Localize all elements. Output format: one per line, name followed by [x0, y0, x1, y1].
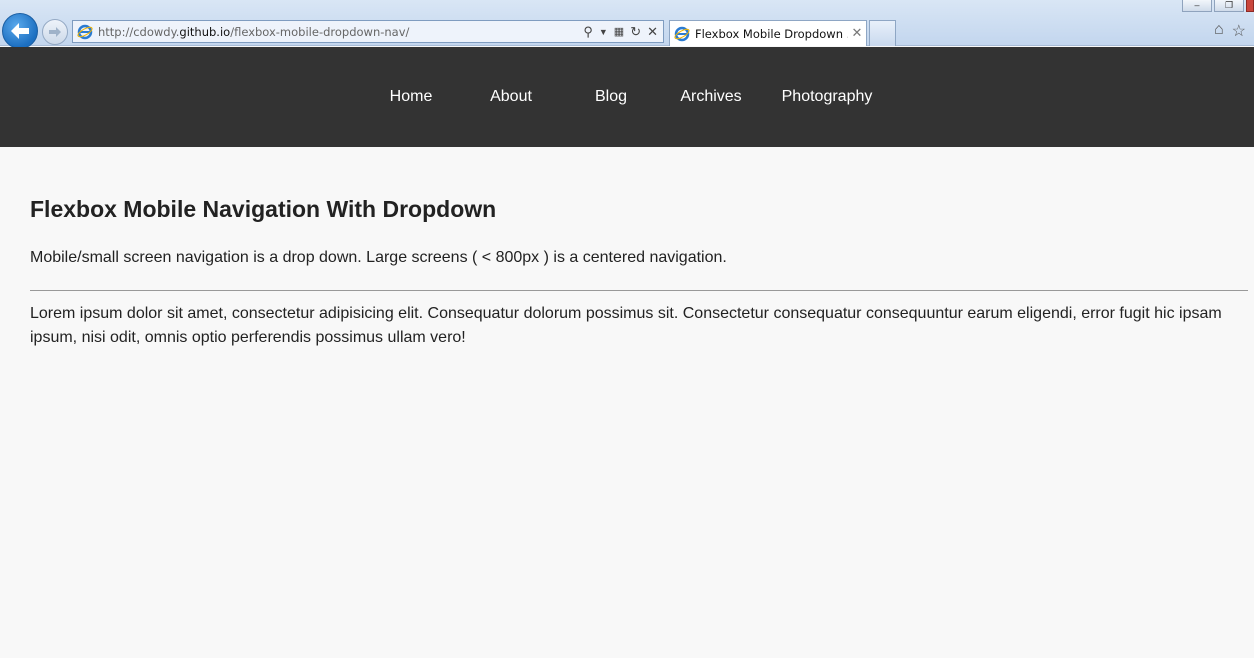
- star-icon[interactable]: ☆: [1232, 21, 1246, 41]
- search-icon[interactable]: ⚲: [583, 24, 593, 40]
- nav-item-photography: Photography: [761, 88, 893, 106]
- refresh-icon[interactable]: ↻: [630, 24, 641, 40]
- minimize-button[interactable]: –: [1182, 0, 1212, 12]
- back-button[interactable]: [2, 13, 38, 49]
- back-arrow-icon: [11, 23, 29, 39]
- nav-item-archives: Archives: [661, 88, 761, 106]
- nav-item-home: Home: [361, 88, 461, 106]
- ie-tab-icon: [674, 26, 690, 41]
- restore-button[interactable]: ❐: [1214, 0, 1244, 12]
- main-content: Flexbox Mobile Navigation With Dropdown …: [30, 196, 1248, 350]
- main-navigation: Home About Blog Archives Photography: [0, 47, 1254, 147]
- page-description: Mobile/small screen navigation is a drop…: [30, 249, 727, 266]
- dropdown-arrow-icon[interactable]: ▼: [599, 27, 608, 37]
- page-title: Flexbox Mobile Navigation With Dropdown: [30, 196, 497, 222]
- browser-chrome: – ❐ http://cdowdy.github.io/flexbox-mobi…: [0, 0, 1254, 49]
- nav-link-about[interactable]: About: [490, 88, 532, 105]
- nav-item-blog: Blog: [561, 88, 661, 106]
- tab-title: Flexbox Mobile Dropdown ...: [695, 26, 848, 41]
- tab-active[interactable]: Flexbox Mobile Dropdown ... ✕: [669, 20, 867, 46]
- forward-button[interactable]: [42, 19, 68, 45]
- forward-arrow-icon: [49, 27, 61, 37]
- window-controls: – ❐: [1182, 0, 1254, 12]
- new-tab-button[interactable]: [869, 20, 896, 46]
- address-bar[interactable]: http://cdowdy.github.io/flexbox-mobile-d…: [72, 20, 664, 43]
- nav-link-archives[interactable]: Archives: [680, 88, 741, 105]
- nav-link-photography[interactable]: Photography: [782, 88, 873, 105]
- close-tab-icon[interactable]: ✕: [848, 26, 866, 41]
- close-window-button[interactable]: [1246, 0, 1254, 12]
- compat-view-icon[interactable]: ▦: [614, 25, 624, 38]
- nav-link-home[interactable]: Home: [390, 88, 433, 105]
- url-text[interactable]: http://cdowdy.github.io/flexbox-mobile-d…: [98, 25, 583, 39]
- nav-link-blog[interactable]: Blog: [595, 88, 627, 105]
- stop-icon[interactable]: ✕: [647, 24, 658, 40]
- home-icon[interactable]: ⌂: [1214, 21, 1224, 41]
- divider: [30, 290, 1248, 291]
- ie-page-icon: [77, 24, 93, 39]
- nav-item-about: About: [461, 88, 561, 106]
- body-paragraph: Lorem ipsum dolor sit amet, consectetur …: [30, 305, 1222, 346]
